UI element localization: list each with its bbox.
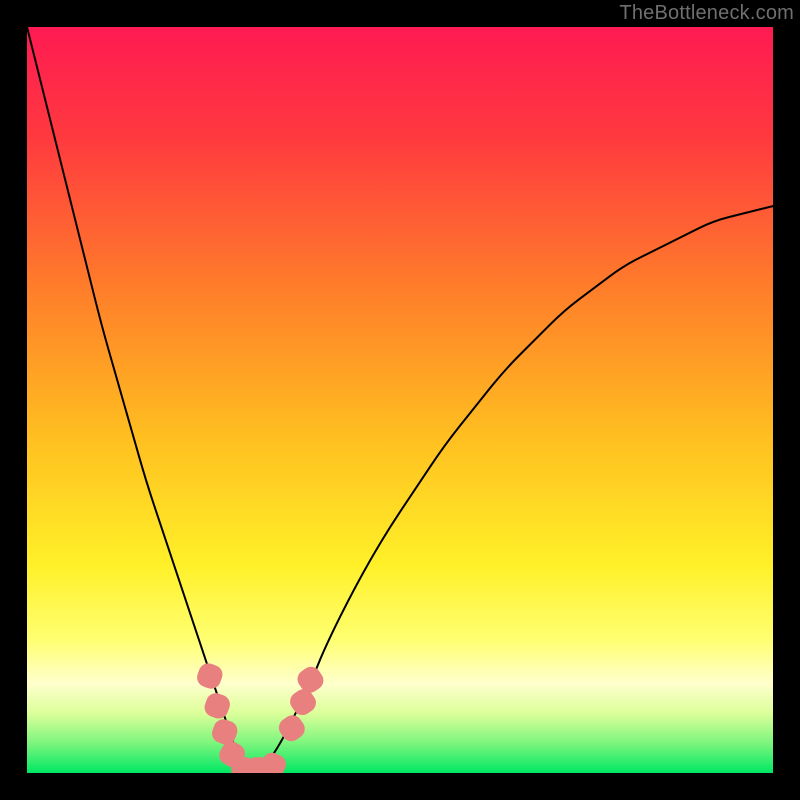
chart-frame: TheBottleneck.com	[0, 0, 800, 800]
gradient-background	[27, 27, 773, 773]
chart-plot	[27, 27, 773, 773]
watermark-text: TheBottleneck.com	[619, 2, 794, 25]
